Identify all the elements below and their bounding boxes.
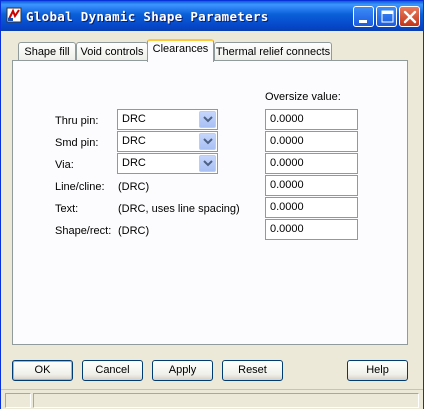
title-bar[interactable]: Global Dynamic Shape Parameters xyxy=(1,1,423,31)
tab-shape-fill[interactable]: Shape fill xyxy=(18,42,76,62)
shape-rect-oversize-value: 0.0000 xyxy=(270,223,304,235)
smd-pin-select[interactable]: DRC xyxy=(117,131,218,152)
shape-rect-value: (DRC) xyxy=(118,225,150,237)
thru-pin-oversize-input[interactable]: 0.0000 xyxy=(265,109,358,130)
thru-pin-value: DRC xyxy=(122,113,146,125)
text-label: Text: xyxy=(55,203,79,215)
chevron-down-icon xyxy=(203,138,213,145)
shape-rect-label: Shape/rect: xyxy=(55,225,112,237)
oversize-header: Oversize value: xyxy=(265,91,341,103)
line-cline-label: Line/cline: xyxy=(55,181,105,193)
status-pane xyxy=(33,393,419,408)
smd-pin-oversize-value: 0.0000 xyxy=(270,135,304,147)
dropdown-button[interactable] xyxy=(199,133,216,150)
via-oversize-input[interactable]: 0.0000 xyxy=(265,153,358,174)
cancel-button[interactable]: Cancel xyxy=(82,360,143,381)
minimize-button[interactable] xyxy=(353,6,374,27)
close-button[interactable] xyxy=(399,6,420,27)
app-icon[interactable] xyxy=(6,7,22,23)
smd-pin-value: DRC xyxy=(122,135,146,147)
status-bar xyxy=(1,389,423,409)
reset-button[interactable]: Reset xyxy=(222,360,283,381)
thru-pin-oversize-value: 0.0000 xyxy=(270,113,304,125)
minimize-icon xyxy=(359,20,367,23)
text-oversize-input[interactable]: 0.0000 xyxy=(265,197,358,218)
apply-button[interactable]: Apply xyxy=(152,360,213,381)
smd-pin-oversize-input[interactable]: 0.0000 xyxy=(265,131,358,152)
thru-pin-select[interactable]: DRC xyxy=(117,109,218,130)
text-oversize-value: 0.0000 xyxy=(270,201,304,213)
via-value: DRC xyxy=(122,157,146,169)
close-icon xyxy=(403,10,417,24)
via-label: Via: xyxy=(55,159,74,171)
line-cline-oversize-value: 0.0000 xyxy=(270,179,304,191)
via-select[interactable]: DRC xyxy=(117,153,218,174)
tab-thermal-relief-connects[interactable]: Thermal relief connects xyxy=(214,42,332,62)
maximize-button[interactable] xyxy=(376,6,397,27)
help-button[interactable]: Help xyxy=(347,360,408,381)
text-value: (DRC, uses line spacing) xyxy=(118,203,240,215)
shape-rect-oversize-input[interactable]: 0.0000 xyxy=(265,219,358,240)
line-cline-value: (DRC) xyxy=(118,181,150,193)
thru-pin-label: Thru pin: xyxy=(55,115,99,127)
dropdown-button[interactable] xyxy=(199,111,216,128)
via-oversize-value: 0.0000 xyxy=(270,157,304,169)
window-title: Global Dynamic Shape Parameters xyxy=(26,9,269,24)
dialog-window: Global Dynamic Shape Parameters Shape fi… xyxy=(0,0,424,409)
status-pane xyxy=(5,393,31,408)
line-cline-oversize-input[interactable]: 0.0000 xyxy=(265,175,358,196)
tab-void-controls[interactable]: Void controls xyxy=(76,42,148,62)
chevron-down-icon xyxy=(203,160,213,167)
maximize-icon xyxy=(381,10,394,23)
dropdown-button[interactable] xyxy=(199,155,216,172)
tab-clearances[interactable]: Clearances xyxy=(147,39,214,62)
ok-button[interactable]: OK xyxy=(12,360,73,381)
smd-pin-label: Smd pin: xyxy=(55,137,99,149)
chevron-down-icon xyxy=(203,116,213,123)
